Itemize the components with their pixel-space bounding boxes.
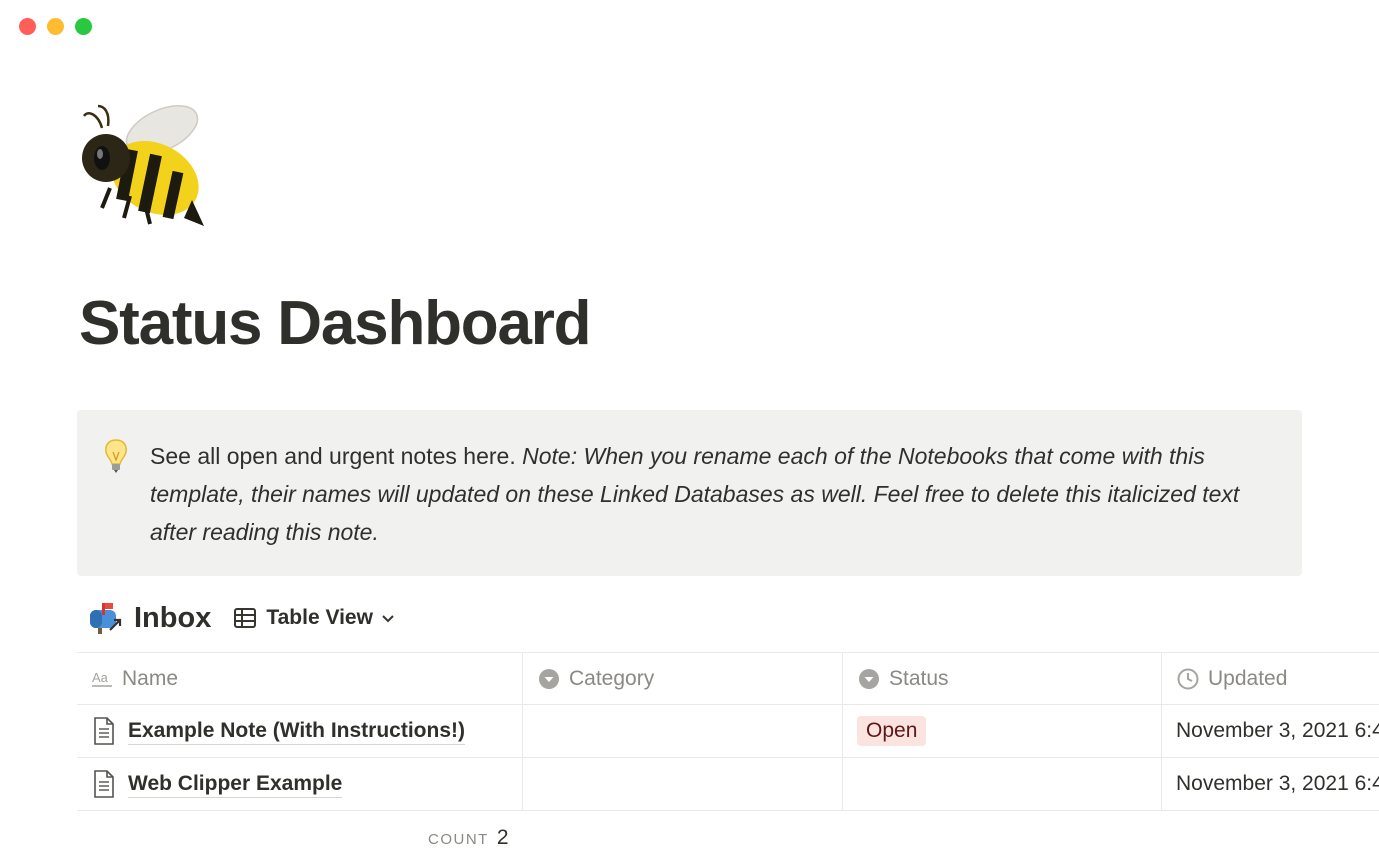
- select-property-icon: [859, 668, 879, 689]
- column-header-label: Updated: [1208, 666, 1288, 690]
- text-property-icon: Aa: [92, 670, 112, 687]
- column-header-updated[interactable]: Updated: [1162, 653, 1379, 704]
- updated-date: November 3, 2021 6:4: [1176, 772, 1379, 795]
- updated-cell[interactable]: November 3, 2021 6:4: [1162, 758, 1379, 810]
- updated-date: November 3, 2021 6:4: [1176, 719, 1379, 742]
- callout-text: See all open and urgent notes here. Note…: [150, 437, 1260, 551]
- chevron-down-icon: [382, 615, 394, 623]
- name-cell[interactable]: Example Note (With Instructions!): [77, 705, 523, 757]
- clock-icon: [1177, 668, 1199, 689]
- category-cell[interactable]: [523, 758, 843, 810]
- page-title[interactable]: Status Dashboard: [79, 288, 592, 359]
- table-count-footer[interactable]: COUNT 2: [428, 826, 509, 850]
- table-row[interactable]: Web Clipper Example November 3, 2021 6:4: [77, 758, 1379, 811]
- table-icon: [234, 608, 257, 628]
- lightbulb-icon[interactable]: [103, 438, 129, 474]
- updated-cell[interactable]: November 3, 2021 6:4: [1162, 705, 1379, 757]
- column-header-category[interactable]: Category: [523, 653, 843, 704]
- status-badge: Open: [857, 716, 927, 746]
- column-header-label: Category: [569, 666, 655, 690]
- row-name-link[interactable]: Example Note (With Instructions!): [128, 718, 465, 745]
- bee-icon[interactable]: [80, 100, 210, 230]
- status-cell[interactable]: Open: [843, 705, 1162, 757]
- table-header-row: Aa Name Category Status Updated: [77, 652, 1379, 705]
- view-switcher[interactable]: Table View: [233, 606, 395, 630]
- callout-text-plain: See all open and urgent notes here.: [150, 443, 523, 469]
- database-table: Aa Name Category Status Updated Example …: [77, 652, 1379, 811]
- database-title[interactable]: Inbox: [134, 602, 211, 635]
- select-property-icon: [539, 668, 559, 689]
- column-header-name[interactable]: Aa Name: [77, 653, 523, 704]
- count-value: 2: [496, 826, 509, 849]
- column-header-label: Name: [122, 666, 179, 690]
- zoom-window-button[interactable]: [75, 18, 92, 35]
- document-icon: [94, 770, 114, 798]
- mailbox-icon: [90, 603, 122, 634]
- column-header-status[interactable]: Status: [843, 653, 1162, 704]
- close-window-button[interactable]: [19, 18, 36, 35]
- document-icon: [94, 717, 114, 745]
- category-cell[interactable]: [523, 705, 843, 757]
- view-label: Table View: [266, 606, 373, 629]
- window-controls: [19, 18, 92, 35]
- minimize-window-button[interactable]: [47, 18, 64, 35]
- name-cell[interactable]: Web Clipper Example: [77, 758, 523, 810]
- count-label: COUNT: [428, 831, 489, 848]
- callout-block[interactable]: See all open and urgent notes here. Note…: [77, 410, 1302, 576]
- database-header: Inbox Table View: [88, 598, 395, 638]
- svg-text:Aa: Aa: [92, 670, 109, 685]
- status-cell[interactable]: [843, 758, 1162, 810]
- table-row[interactable]: Example Note (With Instructions!) Open N…: [77, 705, 1379, 758]
- row-name-link[interactable]: Web Clipper Example: [128, 771, 343, 798]
- app-window: Status Dashboard See all open and urgent…: [0, 0, 1379, 862]
- column-header-label: Status: [889, 666, 949, 690]
